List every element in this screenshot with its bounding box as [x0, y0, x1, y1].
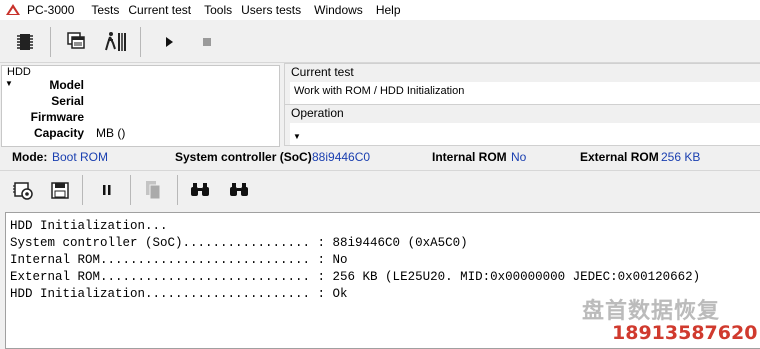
app-logo-icon[interactable] [5, 3, 21, 17]
main-toolbar [0, 21, 760, 63]
serial-label: Serial [51, 94, 84, 108]
operation-dropdown-arrow-icon[interactable]: ▼ [293, 132, 301, 141]
mode-value: Boot ROM [52, 150, 109, 164]
status-line: Mode: Boot ROM System controller (SoC) 8… [0, 148, 760, 166]
firmware-label: Firmware [30, 110, 84, 124]
capacity-value: MB () [96, 126, 126, 140]
watermark-phone: 18913587620 [612, 322, 758, 344]
operation-group: Operation ▼ [284, 104, 760, 146]
toolbar-separator [130, 175, 131, 205]
hdd-info-panel: HDD ▼ Model Serial Firmware Capacity MB … [1, 65, 280, 147]
operation-legend: Operation [291, 106, 344, 120]
external-rom-value: 256 KB [661, 150, 701, 164]
log-line: HDD Initialization... [10, 219, 168, 233]
log-line: Internal ROM............................… [10, 253, 348, 267]
menu-current-test[interactable]: Current test [128, 0, 198, 20]
internal-rom-label: Internal ROM [432, 150, 507, 164]
model-label: Model [49, 78, 84, 92]
chip-icon[interactable] [12, 29, 38, 55]
disk-save-icon[interactable] [47, 177, 73, 203]
windows-icon[interactable] [64, 29, 90, 55]
internal-rom-value: No [511, 150, 527, 164]
play-icon[interactable] [156, 29, 182, 55]
log-line: External ROM............................… [10, 270, 701, 284]
soc-label: System controller (SoC) [175, 150, 312, 164]
hdd-title: HDD [7, 66, 31, 78]
menu-windows[interactable]: Windows [314, 0, 370, 20]
mode-label: Mode: [12, 150, 48, 164]
menu-bar: PC-3000 Tests Current test Tools Users t… [0, 0, 760, 20]
toolbar-separator [82, 175, 83, 205]
log-line: System controller (SoC).................… [10, 236, 468, 250]
menu-tests[interactable]: Tests [91, 0, 126, 20]
settings-chip-icon[interactable] [10, 177, 36, 203]
soc-value: 88i9446C0 [312, 150, 371, 164]
toolbar-separator [50, 27, 51, 57]
capacity-label: Capacity [33, 126, 84, 140]
secondary-toolbar [0, 170, 760, 210]
app-name[interactable]: PC-3000 [27, 0, 81, 20]
menu-users-tests[interactable]: Users tests [241, 0, 308, 20]
external-rom-label: External ROM [580, 150, 659, 164]
copy-icon[interactable] [140, 177, 166, 203]
current-test-group: Current test Work with ROM / HDD Initial… [284, 63, 760, 107]
operation-field [290, 123, 760, 145]
current-test-value: Work with ROM / HDD Initialization [290, 82, 760, 104]
menu-help[interactable]: Help [376, 0, 408, 20]
binoculars-2-icon[interactable] [226, 177, 252, 203]
toolbar-separator [177, 175, 178, 205]
run-man-icon[interactable] [103, 29, 129, 55]
toolbar-separator [140, 27, 141, 57]
pause-icon[interactable] [94, 177, 120, 203]
current-test-legend: Current test [291, 65, 354, 79]
menu-tools[interactable]: Tools [204, 0, 239, 20]
hdd-dropdown-arrow-icon[interactable]: ▼ [5, 79, 13, 88]
watermark-text: 盘首数据恢复 [582, 299, 721, 324]
stop-icon[interactable] [194, 29, 220, 55]
binoculars-icon[interactable] [187, 177, 213, 203]
